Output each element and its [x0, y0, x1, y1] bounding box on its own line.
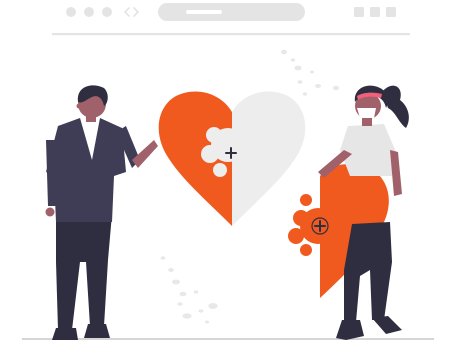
window-dot-icon [84, 7, 94, 17]
man-hand [45, 207, 55, 217]
woman-top [340, 124, 396, 176]
woman-shoe [372, 316, 402, 334]
person-man [45, 85, 158, 340]
man-arm [46, 140, 56, 206]
window-square-icon [354, 7, 364, 17]
code-brackets-icon [123, 7, 140, 17]
woman-legs [344, 222, 392, 322]
chrome-divider [52, 33, 410, 36]
floor-line [22, 338, 434, 340]
window-square-icon [370, 7, 380, 17]
window-square-icon [386, 7, 396, 17]
face-mask [357, 108, 376, 118]
man-ear [76, 103, 82, 109]
woman-shoe [336, 320, 364, 340]
heart-half-light [232, 91, 306, 227]
man-shoe [84, 324, 110, 338]
window-dot-icon [102, 7, 112, 17]
window-dot-icon [66, 7, 76, 17]
illustration-canvas [0, 0, 454, 346]
man-legs [56, 214, 112, 330]
address-bar [158, 3, 305, 21]
illustration-svg [22, 3, 434, 340]
heart-puzzle [158, 91, 306, 227]
plus-icon [311, 217, 329, 235]
browser-chrome [52, 3, 410, 36]
man-shoe [52, 328, 78, 340]
